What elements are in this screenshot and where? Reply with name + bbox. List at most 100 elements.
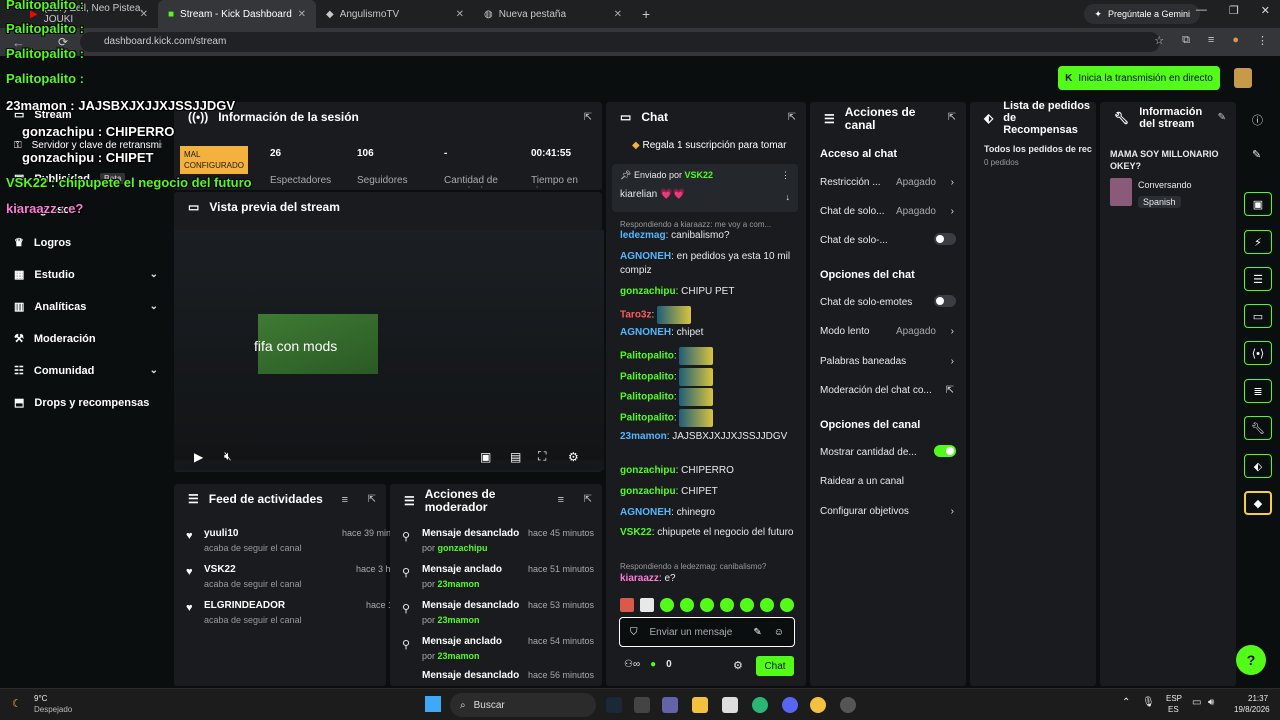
tab-new[interactable]: ◍ Nueva pestaña ✕ — [474, 0, 632, 28]
steam-icon[interactable] — [606, 697, 622, 713]
popout-icon[interactable]: ⇱ — [948, 112, 956, 123]
windows-start-icon[interactable] — [425, 696, 441, 712]
gift-sub-banner[interactable]: ◆ Regala 1 suscripción para tomar — [632, 140, 786, 151]
chat-username[interactable]: AGNONEH — [620, 327, 671, 338]
option-banned-words[interactable]: Palabras baneadas › — [820, 356, 956, 367]
go-live-button[interactable]: K Inicia la transmisión en directo — [1058, 66, 1220, 90]
minimize-icon[interactable]: — — [1196, 4, 1207, 17]
fullscreen-icon[interactable]: ⛶ — [538, 449, 546, 464]
toggle-switch[interactable] — [934, 233, 956, 245]
option-raid[interactable]: Raidear a un canal — [820, 476, 956, 487]
pip-icon[interactable]: ▣ — [480, 450, 491, 464]
toggle-switch[interactable] — [934, 445, 956, 457]
network-icon[interactable]: ▭ — [1192, 697, 1201, 708]
new-tab-icon[interactable]: + — [642, 6, 650, 22]
help-fab[interactable]: ? — [1236, 645, 1266, 675]
capcut-icon[interactable] — [722, 697, 738, 713]
close-icon[interactable]: ✕ — [456, 9, 464, 20]
chat-settings-icon[interactable]: ⚙ — [733, 659, 743, 672]
chat-username[interactable]: Taro3z — [620, 310, 652, 321]
mod-user[interactable]: 23mamon — [438, 579, 480, 589]
taskbar-search[interactable]: ⌕ Buscar — [450, 693, 596, 717]
popout-icon[interactable]: ⇱ — [368, 494, 376, 505]
emote-icon[interactable] — [720, 598, 734, 612]
user-avatar[interactable] — [1234, 68, 1252, 88]
sidebar-item-analytics[interactable]: ▥ Analíticas ⌄ — [14, 300, 164, 314]
mod-user[interactable]: 23mamon — [438, 651, 480, 661]
rail-list-button[interactable]: ☰ — [1244, 267, 1272, 291]
chat-input[interactable]: ⛉ Enviar un mensaje ✎ ☺ — [619, 617, 795, 647]
chat-username[interactable]: VSK22 — [620, 527, 652, 538]
popout-icon[interactable]: ⇱ — [584, 494, 592, 505]
close-icon[interactable]: ✕ — [298, 9, 306, 20]
rail-broadcast-button[interactable]: ⟨•⟩ — [1244, 341, 1272, 365]
mic-icon[interactable]: 🎙︎ — [1142, 697, 1155, 708]
option-goals[interactable]: Configurar objetivos › — [820, 506, 956, 517]
popout-icon[interactable]: ⇱ — [788, 112, 796, 123]
toggle-switch[interactable] — [934, 295, 956, 307]
emote-icon[interactable] — [640, 598, 654, 612]
profile-icon[interactable]: ● — [1232, 34, 1239, 47]
chrome-icon[interactable] — [810, 697, 826, 713]
play-icon[interactable]: ▶ — [194, 450, 203, 464]
sidebar-item-achievements[interactable]: ♛ Logros — [14, 236, 164, 250]
emote-icon[interactable] — [760, 598, 774, 612]
chat-username[interactable]: Palitopalito — [620, 351, 674, 362]
edit-icon[interactable]: ✎ — [1218, 112, 1226, 123]
chat-username[interactable]: Palitopalito — [620, 413, 674, 424]
close-icon[interactable]: ✕ — [614, 9, 622, 20]
sidebar-item-community[interactable]: ☷ Comunidad ⌄ — [14, 364, 164, 378]
filter-icon[interactable]: ≡ — [558, 494, 564, 506]
lang-code[interactable]: ESP — [1166, 694, 1182, 703]
rail-chat-button[interactable]: ▭ — [1244, 304, 1272, 328]
pencil-icon[interactable]: ✎ — [1252, 148, 1261, 161]
rail-gift-button[interactable]: ◆ — [1244, 491, 1272, 515]
rail-stream-button[interactable]: ▣ — [1244, 192, 1272, 216]
clock-date[interactable]: 19/8/2026 — [1234, 705, 1270, 714]
folder-icon[interactable] — [692, 697, 708, 713]
rail-lightning-button[interactable]: ⚡︎ — [1244, 230, 1272, 254]
mute-icon[interactable]: 🔇︎ — [224, 449, 232, 464]
media-icon[interactable]: ≡ — [1208, 34, 1214, 47]
bookmark-star-icon[interactable]: ☆ — [1154, 34, 1164, 47]
maximize-icon[interactable]: ❐ — [1229, 4, 1239, 17]
close-icon[interactable]: ✕ — [140, 9, 148, 20]
discord-icon[interactable] — [782, 697, 798, 713]
gemini-button[interactable]: ✦ Pregúntale a Gemini — [1084, 4, 1200, 24]
emote-icon[interactable] — [620, 598, 634, 612]
option-restriction[interactable]: Restricción ... Apagado › — [820, 177, 956, 188]
store-icon[interactable] — [634, 697, 650, 713]
emote-icon[interactable] — [740, 598, 754, 612]
option-slow-mode[interactable]: Modo lento Apagado › — [820, 326, 956, 337]
filter-icon[interactable]: ≡ — [342, 494, 348, 506]
rail-wrench-button[interactable]: 🔧︎ — [1244, 416, 1272, 440]
chat-username[interactable]: 23mamon — [620, 431, 667, 442]
chat-username[interactable]: kiaraazz — [620, 573, 659, 584]
chat-send-button[interactable]: Chat — [756, 656, 794, 676]
teams-icon[interactable] — [662, 697, 678, 713]
theater-icon[interactable]: ▤ — [510, 450, 521, 464]
popout-icon[interactable]: ⇱ — [584, 112, 592, 123]
chat-username[interactable]: Palitopalito — [620, 372, 674, 383]
url-field[interactable]: dashboard.kick.com/stream — [80, 32, 1160, 52]
sidebar-item-drops[interactable]: ⬒ Drops y recompensas — [14, 396, 164, 410]
tab-angulismo[interactable]: ◆ AngulismoTV ✕ — [316, 0, 474, 28]
chat-username[interactable]: gonzachipu — [620, 286, 676, 297]
rail-stack-button[interactable]: ≣ — [1244, 379, 1272, 403]
edge-icon[interactable] — [752, 697, 768, 713]
emote-icon[interactable] — [780, 598, 794, 612]
chat-username[interactable]: Palitopalito — [620, 392, 674, 403]
emote-icon[interactable] — [700, 598, 714, 612]
lang-layout[interactable]: ES — [1168, 705, 1179, 714]
chevron-up-icon[interactable]: ⌃ — [1122, 697, 1130, 708]
pinned-user[interactable]: VSK22 — [685, 170, 714, 180]
close-window-icon[interactable]: ✕ — [1261, 4, 1270, 17]
stream-preview-video[interactable]: fifa con mods ▶ 🔇︎ ▣ ▤ ⛶ ⚙ — [174, 230, 604, 470]
chat-username[interactable]: gonzachipu — [620, 486, 676, 497]
chat-username[interactable]: AGNONEH — [620, 251, 671, 262]
rewards-tab[interactable]: Todos los pedidos de rec — [984, 144, 1096, 154]
rail-reward-button[interactable]: ⬖ — [1244, 454, 1272, 478]
extensions-icon[interactable]: ⧉ — [1182, 34, 1190, 47]
users-icon[interactable]: ⚇∞ — [624, 659, 640, 670]
mod-user[interactable]: 23mamon — [438, 615, 480, 625]
